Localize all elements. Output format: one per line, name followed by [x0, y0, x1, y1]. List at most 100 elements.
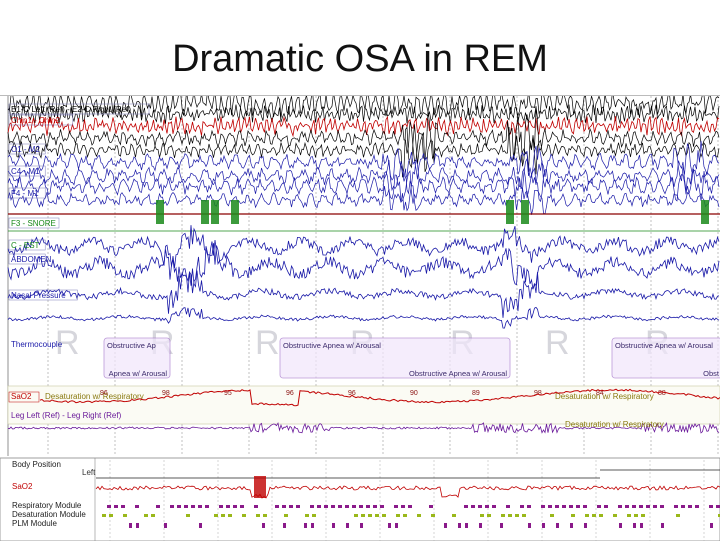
respiratory-event-tick	[660, 505, 664, 508]
plm-event-tick	[570, 523, 573, 528]
respiratory-event-tick	[541, 505, 545, 508]
respiratory-event-tick	[184, 505, 188, 508]
respiratory-event-tick	[478, 505, 482, 508]
apnea-event-label: Obstructive Apnea w/ Arousal	[615, 341, 713, 350]
channel-label[interactable]: O1 - M2	[8, 143, 46, 155]
desaturation-event-tick	[487, 514, 491, 517]
respiratory-event-tick	[562, 505, 566, 508]
respiratory-event-tick	[485, 505, 489, 508]
desaturation-event-tick	[641, 514, 645, 517]
plm-event-tick	[164, 523, 167, 528]
plm-event-tick	[528, 523, 531, 528]
channel-label[interactable]: ABDOMEN	[8, 253, 52, 265]
desaturation-event-tick	[242, 514, 246, 517]
channel-label-text: Thermocouple	[11, 340, 63, 349]
respiratory-event-tick	[324, 505, 328, 508]
respiratory-event-tick	[618, 505, 622, 508]
plm-event-tick	[311, 523, 314, 528]
desaturation-event-tick	[123, 514, 127, 517]
desaturation-event-tick	[263, 514, 267, 517]
channel-label-text: C4 - M1	[11, 167, 40, 176]
respiratory-event-tick	[401, 505, 405, 508]
channel-label[interactable]: C - EST	[8, 239, 46, 251]
desaturation-event-tick	[375, 514, 379, 517]
channel-label-text: C - EST	[11, 241, 40, 250]
respiratory-event-tick	[380, 505, 384, 508]
plm-event-tick	[710, 523, 713, 528]
respiratory-event-tick	[597, 505, 601, 508]
spo2-value: 88	[658, 390, 666, 397]
psg-traces: RRRRRRR Obstructive ApApnea w/ ArousalOb…	[0, 96, 720, 541]
position-marker: Left	[82, 468, 96, 477]
desaturation-event-tick	[228, 514, 232, 517]
respiratory-event-tick	[373, 505, 377, 508]
desaturation-event-tick	[151, 514, 155, 517]
desaturation-event-tick	[627, 514, 631, 517]
respiratory-event-tick	[296, 505, 300, 508]
apnea-event-sublabel: Obstructive Apnea w/ Arousal	[409, 369, 507, 378]
desaturation-event-tick	[550, 514, 554, 517]
overview-row-label: Respiratory Module	[12, 501, 82, 510]
channel-label[interactable]: F3 - SNORE	[8, 217, 60, 229]
channel-labels: E1-C Left (Ref) - E2-C Right (Ref) Chin1 …	[8, 103, 150, 349]
respiratory-event-tick	[646, 505, 650, 508]
desaturation-event-tick	[508, 514, 512, 517]
desaturation-event-tick	[354, 514, 358, 517]
respiratory-event-tick	[520, 505, 524, 508]
snore-burst	[211, 200, 219, 224]
stage-letter: R	[545, 324, 570, 362]
respiratory-event-tick	[464, 505, 468, 508]
overview-row-label: Body Position	[12, 460, 61, 469]
channel-label[interactable]: E1-C Left (Ref) - E2-C Right (Ref)	[8, 103, 150, 115]
respiratory-event-tick	[282, 505, 286, 508]
respiratory-event-tick	[198, 505, 202, 508]
spo2-value: 90	[410, 390, 418, 397]
desaturation-event-tick	[186, 514, 190, 517]
apnea-event[interactable]: Obstructive Apnea w/ Arousal Obstructive …	[279, 337, 511, 379]
respiratory-event-tick	[366, 505, 370, 508]
respiratory-event-tick	[310, 505, 314, 508]
spo2-label: SaO2	[11, 392, 32, 401]
desaturation-event-tick	[368, 514, 372, 517]
plm-event-tick	[283, 523, 286, 528]
apnea-event-label: Obstructive Apnea w/ Arousal	[283, 341, 381, 350]
desaturation-event-tick	[634, 514, 638, 517]
eeg-trace	[7, 185, 720, 215]
respiratory-event-tick	[492, 505, 496, 508]
respiratory-event-tick	[240, 505, 244, 508]
desaturation-event-tick	[501, 514, 505, 517]
respiratory-event-tick	[555, 505, 559, 508]
plm-event-tick	[444, 523, 447, 528]
respiratory-event-tick	[114, 505, 118, 508]
apnea-event[interactable]: Obstructive Apnea w/ Arousal Obst	[611, 337, 720, 379]
respiratory-event-tick	[177, 505, 181, 508]
desaturation-event-tick	[592, 514, 596, 517]
respiratory-event-tick	[604, 505, 608, 508]
desaturation-label: Desaturation w/ Respiratory	[45, 392, 144, 401]
desaturation-event-tick	[613, 514, 617, 517]
respiratory-event-tick	[226, 505, 230, 508]
desaturation-event-tick	[480, 514, 484, 517]
respiratory-event-tick	[219, 505, 223, 508]
nasal-pressure-trace	[7, 268, 720, 318]
current-window-marker[interactable]	[254, 476, 266, 498]
desaturation-event-tick	[109, 514, 113, 517]
respiratory-event-tick	[317, 505, 321, 508]
desaturation-event-tick	[403, 514, 407, 517]
respiratory-event-tick	[716, 505, 720, 508]
channel-label-text: Nasal Pressure	[11, 291, 66, 300]
eeg-trace	[7, 167, 720, 204]
respiratory-event-tick	[135, 505, 139, 508]
plm-event-tick	[395, 523, 398, 528]
channel-label[interactable]: Nasal Pressure	[8, 289, 78, 301]
respiratory-event-tick	[352, 505, 356, 508]
channel-label[interactable]: Thermocouple	[11, 340, 63, 349]
apnea-event[interactable]: Obstructive Ap Apnea w/ Arousal	[103, 337, 171, 379]
respiratory-event-tick	[576, 505, 580, 508]
plm-event-tick	[619, 523, 622, 528]
channel-label[interactable]: F4 - M1	[8, 187, 46, 199]
overview-row-label: SaO2	[12, 482, 33, 491]
channel-label-text: ABDOMEN	[11, 255, 52, 264]
desaturation-event-tick	[102, 514, 106, 517]
channel-label-text: F3 - SNORE	[11, 219, 56, 228]
